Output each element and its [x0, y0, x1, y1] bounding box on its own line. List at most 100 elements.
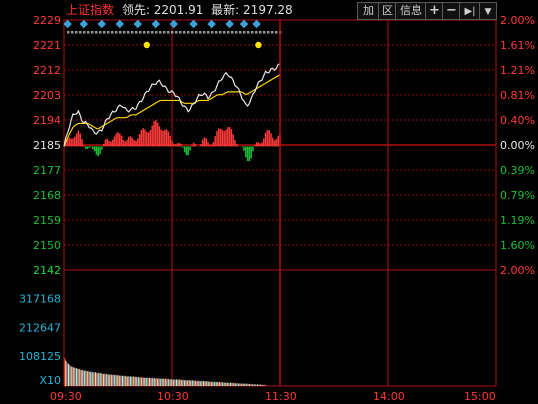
marker-strip-dot: [91, 31, 94, 34]
volume-tick-label: 317168: [19, 292, 61, 305]
marker-strip-dot: [203, 31, 206, 34]
marker-strip-dot: [191, 31, 194, 34]
marker-strip-dot: [67, 31, 70, 34]
marker-strip-dot: [231, 31, 234, 34]
price-tick-label: 2203: [33, 89, 61, 102]
time-axis-label: 11:30: [265, 390, 297, 403]
percent-tick-label: 0.81%: [500, 89, 535, 102]
leader-label: 领先:: [121, 3, 150, 17]
price-tick-label: 2212: [33, 64, 61, 77]
marker-strip-dot: [171, 31, 174, 34]
add-button[interactable]: 加: [357, 2, 380, 20]
marker-strip-dot: [155, 31, 158, 34]
latest-value: 2197.28: [243, 3, 293, 17]
event-marker-icon: [63, 19, 72, 29]
marker-strip-dot: [135, 31, 138, 34]
event-marker-icon: [115, 19, 125, 29]
marker-strip-dot: [95, 31, 98, 34]
marker-strip-dot: [243, 31, 246, 34]
marker-strip-dot: [75, 31, 78, 34]
marker-strip-dot: [267, 31, 270, 34]
marker-strip-dot: [235, 31, 238, 34]
time-axis-label: 09:30: [50, 390, 82, 403]
marker-strip-dot: [167, 31, 170, 34]
marker-strip-dot: [183, 31, 186, 34]
marker-strip-dot: [255, 31, 258, 34]
percent-tick-label: 2.00%: [500, 264, 535, 277]
percent-tick-label: 0.00%: [500, 139, 535, 152]
event-marker-icon: [252, 19, 261, 29]
price-tick-label: 2185: [33, 139, 61, 152]
marker-strip-dot: [179, 31, 182, 34]
leader-value: 2201.91: [153, 3, 204, 17]
marker-strip-dot: [115, 31, 118, 34]
price-tick-label: 2150: [33, 239, 61, 252]
marker-strip-dot: [227, 31, 230, 34]
marker-strip-dot: [99, 31, 102, 34]
marker-strip-dot: [207, 31, 210, 34]
news-marker-icon: [143, 41, 150, 49]
marker-strip-dot: [83, 31, 86, 34]
marker-strip-dot: [87, 31, 90, 34]
marker-strip-dot: [159, 31, 162, 34]
marker-strip-dot: [199, 31, 202, 34]
jump-to-end-button[interactable]: ▶|: [459, 2, 481, 20]
marker-strip-dot: [271, 31, 274, 34]
marker-strip-dot: [71, 31, 74, 34]
marker-strip-dot: [139, 31, 142, 34]
price-tick-label: 2194: [33, 114, 61, 127]
marker-strip-dot: [263, 31, 266, 34]
time-axis-label: 14:00: [373, 390, 405, 403]
price-tick-label: 2177: [33, 164, 61, 177]
plus-icon: +: [429, 3, 440, 18]
info-button[interactable]: 信息: [395, 2, 427, 20]
marker-strip-dot: [123, 31, 126, 34]
price-bottom-label: 2142: [33, 264, 61, 277]
marker-strip-dot: [259, 31, 262, 34]
event-marker-icon: [133, 19, 143, 29]
marker-strip-dot: [151, 31, 154, 34]
marker-strip-dot: [163, 31, 166, 34]
marker-strip-dot: [275, 31, 278, 34]
marker-strip-dot: [175, 31, 178, 34]
percent-tick-label: 1.61%: [500, 39, 535, 52]
marker-strip-dot: [251, 31, 254, 34]
percent-tick-label: 0.79%: [500, 189, 535, 202]
event-marker-icon: [79, 19, 89, 29]
price-tick-label: 2159: [33, 214, 61, 227]
price-tick-label: 2168: [33, 189, 61, 202]
event-marker-icon: [225, 19, 234, 29]
marker-strip-dot: [147, 31, 150, 34]
marker-strip-dot: [247, 31, 250, 34]
minus-icon: −: [446, 3, 457, 18]
marker-strip-dot: [215, 31, 218, 34]
volume-tick-label: 212647: [19, 321, 61, 334]
event-marker-icon: [97, 19, 107, 29]
marker-strip-dot: [131, 31, 134, 34]
event-marker-icon: [169, 19, 179, 29]
marker-strip-dot: [103, 31, 106, 34]
index-name: 上证指数: [66, 3, 115, 17]
marker-strip-dot: [187, 31, 190, 34]
percent-tick-label: 1.60%: [500, 239, 535, 252]
volume-multiplier-label: X10: [39, 374, 61, 387]
percent-tick-label: 0.40%: [500, 114, 535, 127]
marker-strip-dot: [239, 31, 242, 34]
marker-strip-dot: [219, 31, 222, 34]
price-tick-label: 2229: [33, 14, 61, 27]
jump-to-end-icon: ▶|: [464, 6, 476, 17]
marker-strip-dot: [143, 31, 146, 34]
menu-dropdown-button[interactable]: ▼: [479, 2, 497, 20]
marker-strip-dot: [127, 31, 130, 34]
intraday-chart[interactable]: 2229 2.00% 2221 1.61% 2212 1.21% 2203 0.81% 2194…: [0, 0, 538, 404]
event-marker-icon: [189, 19, 198, 29]
latest-label: 最新:: [211, 3, 240, 17]
time-axis-label: 10:30: [157, 390, 189, 403]
marker-strip-dot: [107, 31, 110, 34]
event-marker-icon: [239, 19, 249, 29]
percent-tick-label: 1.19%: [500, 214, 535, 227]
percent-tick-label: 0.39%: [500, 164, 535, 177]
marker-strip-dot: [79, 31, 82, 34]
event-marker-icon: [151, 19, 161, 29]
price-tick-label: 2221: [33, 39, 61, 52]
